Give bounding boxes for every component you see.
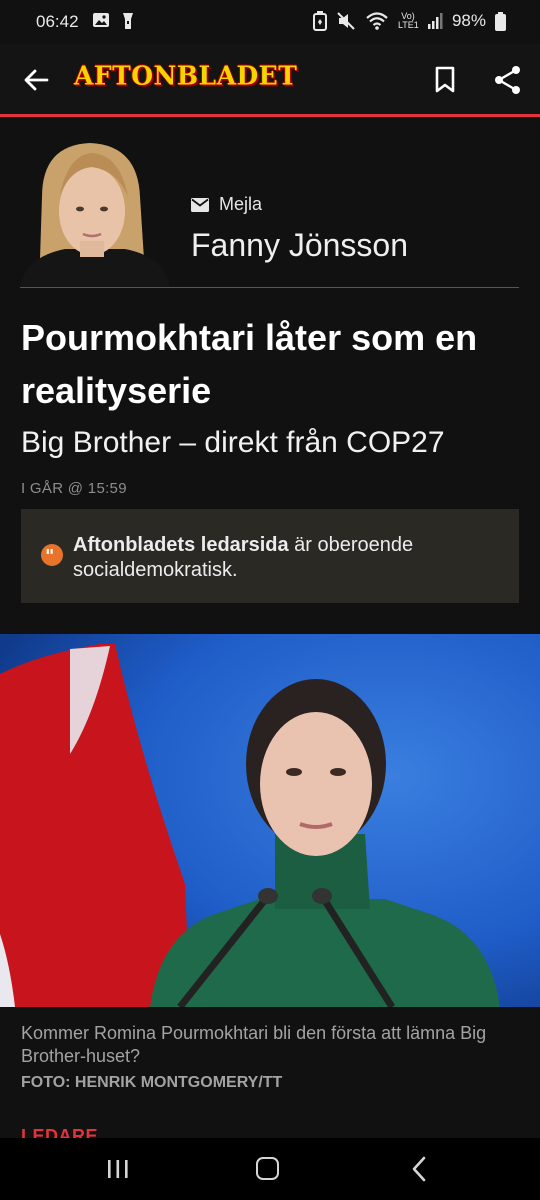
battery-icon	[495, 11, 506, 31]
notice-bold: Aftonbladets ledarsida	[73, 534, 289, 556]
mail-icon	[191, 197, 209, 212]
flashlight-icon	[123, 13, 133, 29]
email-author-link[interactable]: Mejla	[191, 194, 262, 215]
header-accent-line	[0, 114, 540, 117]
share-icon[interactable]	[494, 65, 522, 95]
section-label: LEDARE	[21, 1126, 99, 1138]
editorial-notice: " Aftonbladets ledarsida är oberoende so…	[21, 509, 519, 603]
battery-percent: 98%	[451, 11, 486, 30]
article-headline: Pourmokhtari låter som en realityserie	[21, 317, 478, 411]
mute-icon	[337, 12, 355, 30]
article-image[interactable]	[0, 634, 540, 1007]
gallery-icon	[93, 13, 109, 27]
svg-text:": "	[45, 546, 54, 566]
signal-icon	[427, 13, 443, 29]
back-arrow-icon[interactable]	[22, 66, 50, 94]
battery-saver-icon	[312, 11, 327, 31]
quote-icon: "	[41, 544, 63, 567]
aftonbladet-logo[interactable]: AFTONBLADET	[74, 60, 297, 90]
volte-label: Vo) LTE1	[397, 11, 419, 30]
author-name[interactable]: Fanny Jönsson	[191, 227, 408, 264]
recents-icon[interactable]	[107, 1158, 129, 1180]
author-photo	[20, 137, 170, 287]
article-subheadline: Big Brother – direkt från COP27	[21, 426, 445, 459]
system-nav-bar	[0, 1138, 540, 1200]
nav-back-icon[interactable]	[411, 1156, 427, 1182]
status-time: 06:42	[36, 12, 79, 31]
app-bar: AFTONBLADET	[0, 44, 540, 114]
notice-text: Aftonbladets ledarsida är oberoende soci…	[73, 533, 493, 583]
email-label: Mejla	[219, 194, 263, 214]
photo-credit: FOTO: HENRIK MONTGOMERY/TT	[21, 1074, 283, 1091]
bookmark-icon[interactable]	[432, 66, 458, 94]
status-bar: 06:42 Vo) LTE1 98%	[0, 0, 540, 44]
home-icon[interactable]	[256, 1157, 279, 1180]
wifi-icon	[366, 12, 388, 30]
image-caption: Kommer Romina Pourmokhtari bli den först…	[21, 1023, 487, 1066]
author-divider	[20, 287, 519, 288]
article-timestamp: I GÅR @ 15:59	[21, 480, 127, 497]
